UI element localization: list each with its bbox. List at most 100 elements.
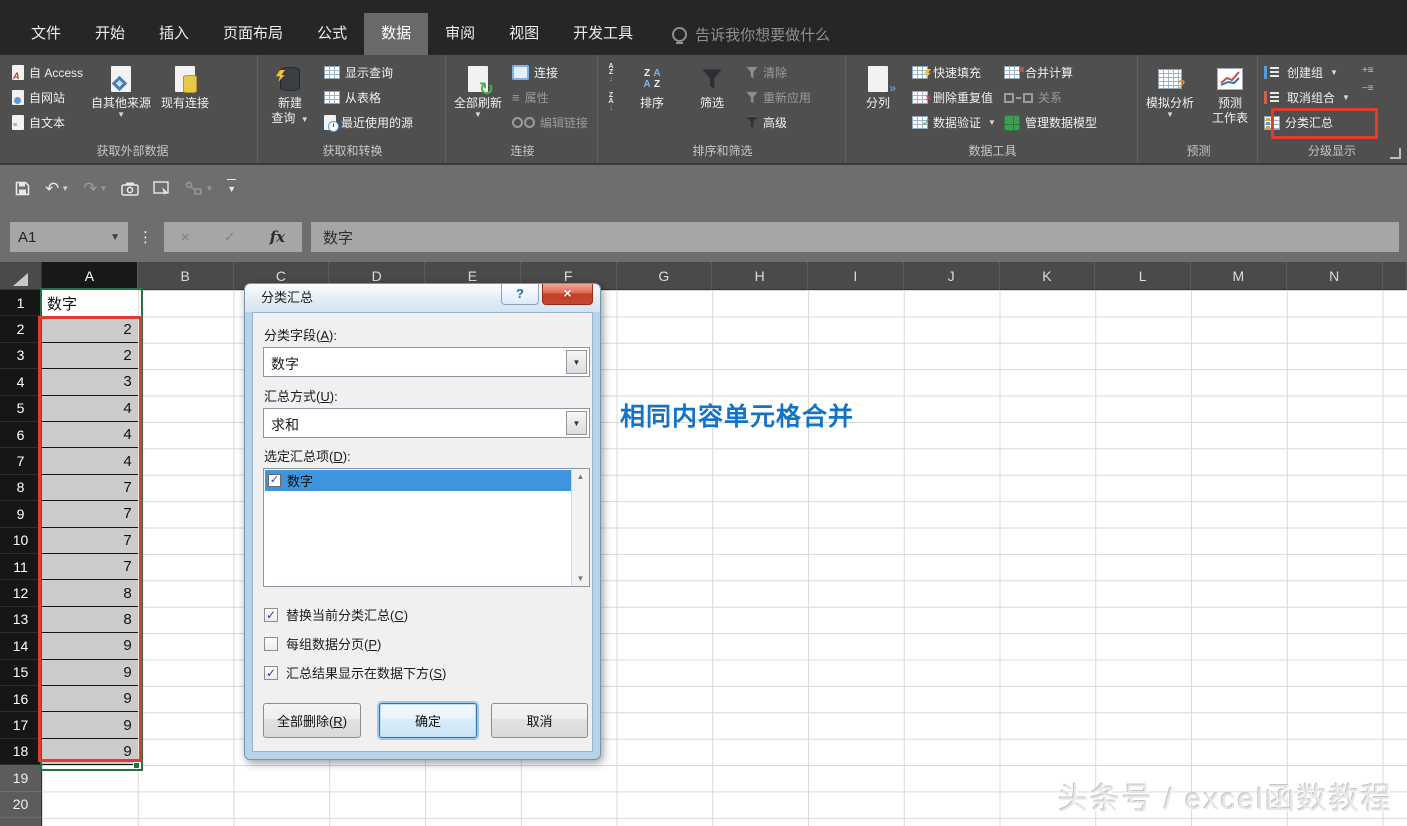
- ok-button[interactable]: 确定: [379, 703, 477, 738]
- column-header-i[interactable]: I: [808, 262, 904, 290]
- consolidate-button[interactable]: 合并计算: [1003, 63, 1097, 82]
- cancel-button[interactable]: 取消: [491, 703, 588, 738]
- data-validation-button[interactable]: ✓ 数据验证 ▼: [912, 113, 996, 132]
- row-header-6[interactable]: 6: [0, 422, 42, 449]
- dialog-launcher-icon[interactable]: [1390, 148, 1401, 159]
- row-header-1[interactable]: 1: [0, 290, 42, 317]
- remove-duplicates-button[interactable]: × 删除重复值: [912, 88, 996, 107]
- cell-a2[interactable]: 2: [42, 316, 138, 343]
- from-text-button[interactable]: ≡ 自文本: [12, 113, 83, 132]
- group-by-combobox[interactable]: 数字 ▼: [263, 347, 590, 377]
- flash-fill-button[interactable]: 快速填充: [912, 63, 996, 82]
- cell-a6[interactable]: 4: [42, 422, 138, 449]
- column-header-k[interactable]: K: [999, 262, 1096, 290]
- tab-developer[interactable]: 开发工具: [556, 13, 650, 55]
- save-button[interactable]: [14, 180, 31, 197]
- from-table-button[interactable]: 从表格: [324, 88, 413, 107]
- column-header-partial[interactable]: [1382, 262, 1407, 290]
- cell-a15[interactable]: 9: [42, 659, 138, 686]
- screen-clip-button[interactable]: [153, 181, 171, 196]
- tab-review[interactable]: 审阅: [428, 13, 492, 55]
- cell-a7[interactable]: 4: [42, 448, 138, 475]
- cell-a8[interactable]: 7: [42, 474, 138, 502]
- cell-a12[interactable]: 8: [42, 580, 138, 607]
- formula-bar-handle-icon[interactable]: ⋮: [138, 228, 154, 246]
- tab-data[interactable]: 数据: [364, 13, 429, 55]
- group-button[interactable]: 创建组 ▼: [1264, 63, 1350, 82]
- cancel-icon[interactable]: ×: [181, 229, 190, 246]
- manage-data-model-button[interactable]: 管理数据模型: [1003, 113, 1097, 132]
- formula-bar-input[interactable]: 数字: [311, 222, 1399, 252]
- column-header-h[interactable]: H: [712, 262, 808, 290]
- sort-az-button[interactable]: A Z ↓: [604, 63, 618, 83]
- row-header-10[interactable]: 10: [0, 527, 42, 554]
- cell-a11[interactable]: 7: [42, 554, 138, 581]
- tell-me-box[interactable]: 告诉我你想要做什么: [672, 13, 830, 55]
- row-header-16[interactable]: 16: [0, 686, 42, 713]
- row-header-20[interactable]: 20: [0, 791, 42, 818]
- row-header-18[interactable]: 18: [0, 738, 42, 766]
- row-header-13[interactable]: 13: [0, 606, 42, 634]
- page-break-checkbox-box[interactable]: [264, 636, 278, 651]
- fill-handle[interactable]: [133, 762, 140, 769]
- column-header-b[interactable]: B: [137, 262, 234, 290]
- row-header-3[interactable]: 3: [0, 342, 42, 370]
- column-header-m[interactable]: M: [1191, 262, 1287, 290]
- replace-current-checkbox[interactable]: ✓ 替换当前分类汇总(C): [264, 605, 408, 624]
- column-header-n[interactable]: N: [1286, 262, 1383, 290]
- scroll-down-icon[interactable]: ▼: [572, 574, 589, 583]
- tab-formulas[interactable]: 公式: [300, 13, 364, 55]
- row-header-8[interactable]: 8: [0, 474, 42, 502]
- select-all-corner[interactable]: [0, 262, 42, 290]
- refresh-all-button[interactable]: ↻ 全部刷新 ▼: [452, 60, 504, 119]
- hide-detail-icon[interactable]: −≡: [1362, 84, 1374, 94]
- forecast-sheet-button[interactable]: 预测 工作表: [1204, 60, 1256, 126]
- summary-below-checkbox-box[interactable]: ✓: [264, 665, 278, 680]
- column-header-l[interactable]: L: [1095, 262, 1191, 290]
- name-box[interactable]: A1 ▼: [10, 222, 128, 252]
- row-header-21[interactable]: [0, 818, 42, 826]
- column-header-j[interactable]: J: [903, 262, 1000, 290]
- connections-button[interactable]: 连接: [512, 63, 588, 82]
- filter-button[interactable]: 筛选: [686, 60, 738, 111]
- tab-view[interactable]: 视图: [492, 13, 556, 55]
- qat-customize-button[interactable]: ▼: [227, 179, 237, 198]
- row-header-17[interactable]: 17: [0, 712, 42, 739]
- cell-a10[interactable]: 7: [42, 527, 138, 554]
- cell-a4[interactable]: 3: [42, 369, 138, 396]
- cell-a1[interactable]: 数字: [42, 290, 138, 317]
- column-header-a[interactable]: A: [42, 262, 138, 290]
- group-by-dropdown-icon[interactable]: ▼: [566, 350, 587, 374]
- tab-file[interactable]: 文件: [14, 13, 78, 55]
- summary-items-listbox[interactable]: ✓ 数字 ▲ ▼: [263, 468, 590, 587]
- dialog-help-button[interactable]: ?: [501, 284, 539, 305]
- from-other-sources-button[interactable]: 自其他来源 ▼: [91, 60, 151, 119]
- summary-fn-dropdown-icon[interactable]: ▼: [566, 411, 587, 435]
- row-header-2[interactable]: 2: [0, 316, 42, 343]
- row-header-14[interactable]: 14: [0, 633, 42, 660]
- summary-below-checkbox[interactable]: ✓ 汇总结果显示在数据下方(S): [264, 663, 446, 682]
- undo-button[interactable]: ↶ ▼: [45, 180, 69, 197]
- row-header-4[interactable]: 4: [0, 369, 42, 396]
- show-queries-button[interactable]: 显示查询: [324, 63, 413, 82]
- camera-button[interactable]: [121, 181, 140, 196]
- row-header-12[interactable]: 12: [0, 580, 42, 607]
- summary-fn-combobox[interactable]: 求和 ▼: [263, 408, 590, 438]
- from-access-button[interactable]: A 自 Access: [12, 63, 83, 82]
- column-header-g[interactable]: G: [616, 262, 713, 290]
- row-header-5[interactable]: 5: [0, 395, 42, 422]
- new-query-button[interactable]: 新建 查询 ▼: [264, 60, 316, 126]
- cell-a16[interactable]: 9: [42, 686, 138, 713]
- enter-icon[interactable]: ✓: [223, 228, 236, 246]
- listbox-item[interactable]: ✓ 数字: [265, 470, 571, 491]
- cell-a13[interactable]: 8: [42, 606, 138, 634]
- tab-home[interactable]: 开始: [78, 13, 142, 55]
- listbox-item-checkbox[interactable]: ✓: [268, 474, 281, 487]
- listbox-scrollbar[interactable]: ▲ ▼: [571, 469, 589, 586]
- text-to-columns-button[interactable]: » 分列: [852, 60, 904, 111]
- existing-connections-button[interactable]: 现有连接: [159, 60, 211, 111]
- row-header-11[interactable]: 11: [0, 554, 42, 581]
- replace-current-checkbox-box[interactable]: ✓: [264, 607, 278, 622]
- ungroup-button[interactable]: 取消组合 ▼: [1264, 88, 1350, 107]
- cell-a9[interactable]: 7: [42, 501, 138, 528]
